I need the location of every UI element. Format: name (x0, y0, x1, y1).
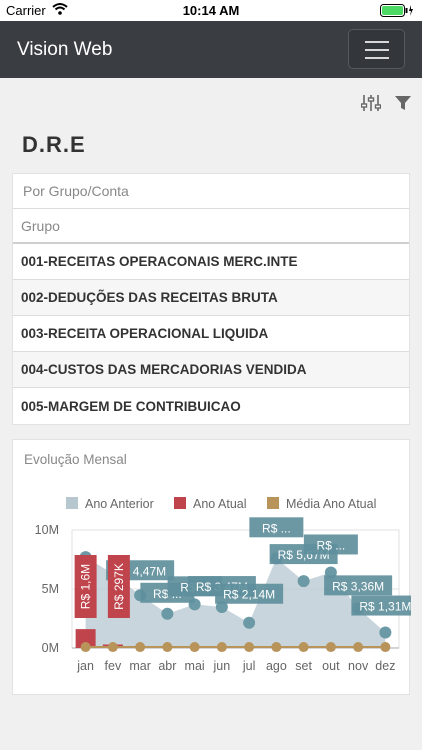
point-media-ano-atual (80, 642, 91, 653)
settings-sliders-icon[interactable] (360, 93, 382, 113)
x-tick-label: mai (185, 659, 205, 673)
hamburger-line (365, 57, 389, 59)
x-tick-label: set (295, 659, 312, 673)
table-row[interactable]: 003-RECEITA OPERACIONAL LIQUIDA (13, 316, 409, 352)
data-label: R$ 2,14M (223, 588, 275, 602)
x-tick-label: jul (242, 659, 256, 673)
data-label: R$ ... (262, 521, 291, 535)
clock: 10:14 AM (182, 3, 240, 18)
x-tick-label: nov (348, 659, 369, 673)
data-label: R$ 3,36M (332, 579, 384, 593)
x-tick-label: out (322, 659, 340, 673)
column-header-grupo[interactable]: Grupo (13, 209, 409, 244)
legend-swatch (66, 497, 78, 509)
y-tick-label: 0M (42, 641, 59, 655)
point-media-ano-atual (271, 642, 282, 653)
legend-label: Média Ano Atual (286, 497, 376, 511)
y-tick-label: 10M (35, 523, 59, 537)
x-tick-label: dez (375, 659, 395, 673)
x-tick-label: fev (105, 659, 122, 673)
data-label: R$ 1,31M (359, 600, 411, 614)
hamburger-line (365, 49, 389, 51)
legend-swatch (174, 497, 186, 509)
menu-button[interactable] (348, 29, 405, 69)
legend-swatch (267, 497, 279, 509)
view-selector[interactable]: Por Grupo/Conta (13, 174, 409, 209)
point-media-ano-atual (380, 642, 391, 653)
x-tick-label: jun (213, 659, 231, 673)
x-tick-label: abr (158, 659, 176, 673)
brand-title[interactable]: Vision Web (17, 39, 112, 61)
table-row[interactable]: 004-CUSTOS DAS MERCADORIAS VENDIDA (13, 352, 409, 388)
navbar: Vision Web (0, 21, 422, 78)
monthly-evolution-chart: Ano Anterior Ano Atual Média Ano Atual 0M 5M… (35, 497, 411, 673)
x-tick-label: ago (266, 659, 287, 673)
point-media-ano-atual (353, 642, 364, 653)
data-label: R$ 1,6M (79, 564, 93, 609)
point-media-ano-atual (107, 642, 118, 653)
point-ano-anterior (243, 616, 256, 629)
data-label: R$ 297K (112, 563, 126, 610)
status-bar: Carrier 10:14 AM (0, 0, 422, 21)
point-media-ano-atual (325, 642, 336, 653)
dre-table-panel: Por Grupo/Conta Grupo 001-RECEITAS OPERA… (12, 173, 410, 425)
point-media-ano-atual (298, 642, 309, 653)
point-ano-anterior (297, 575, 310, 588)
table-row[interactable]: 005-MARGEM DE CONTRIBUICAO (13, 388, 409, 424)
x-tick-label: jan (76, 659, 94, 673)
point-media-ano-atual (162, 642, 173, 653)
point-media-ano-atual (244, 642, 255, 653)
filter-icon[interactable] (394, 93, 414, 113)
data-label: R$ ... (317, 538, 346, 552)
point-media-ano-atual (189, 642, 200, 653)
page-title: D.R.E (22, 132, 86, 157)
battery-icon (380, 4, 414, 17)
point-media-ano-atual (135, 642, 146, 653)
point-ano-anterior (379, 626, 392, 639)
monthly-chart-panel: Evolução Mensal Ano Anterior Ano Atual Méd… (12, 439, 411, 695)
table-row[interactable]: 002-DEDUÇÕES DAS RECEITAS BRUTA (13, 280, 409, 316)
point-media-ano-atual (216, 642, 227, 653)
point-ano-anterior (161, 607, 174, 620)
legend-label: Ano Anterior (85, 497, 154, 511)
legend-label: Ano Atual (193, 497, 247, 511)
table-row[interactable]: 001-RECEITAS OPERACONAIS MERC.INTE (13, 244, 409, 280)
hamburger-line (365, 41, 389, 43)
y-tick-label: 5M (42, 582, 59, 596)
x-tick-label: mar (129, 659, 151, 673)
